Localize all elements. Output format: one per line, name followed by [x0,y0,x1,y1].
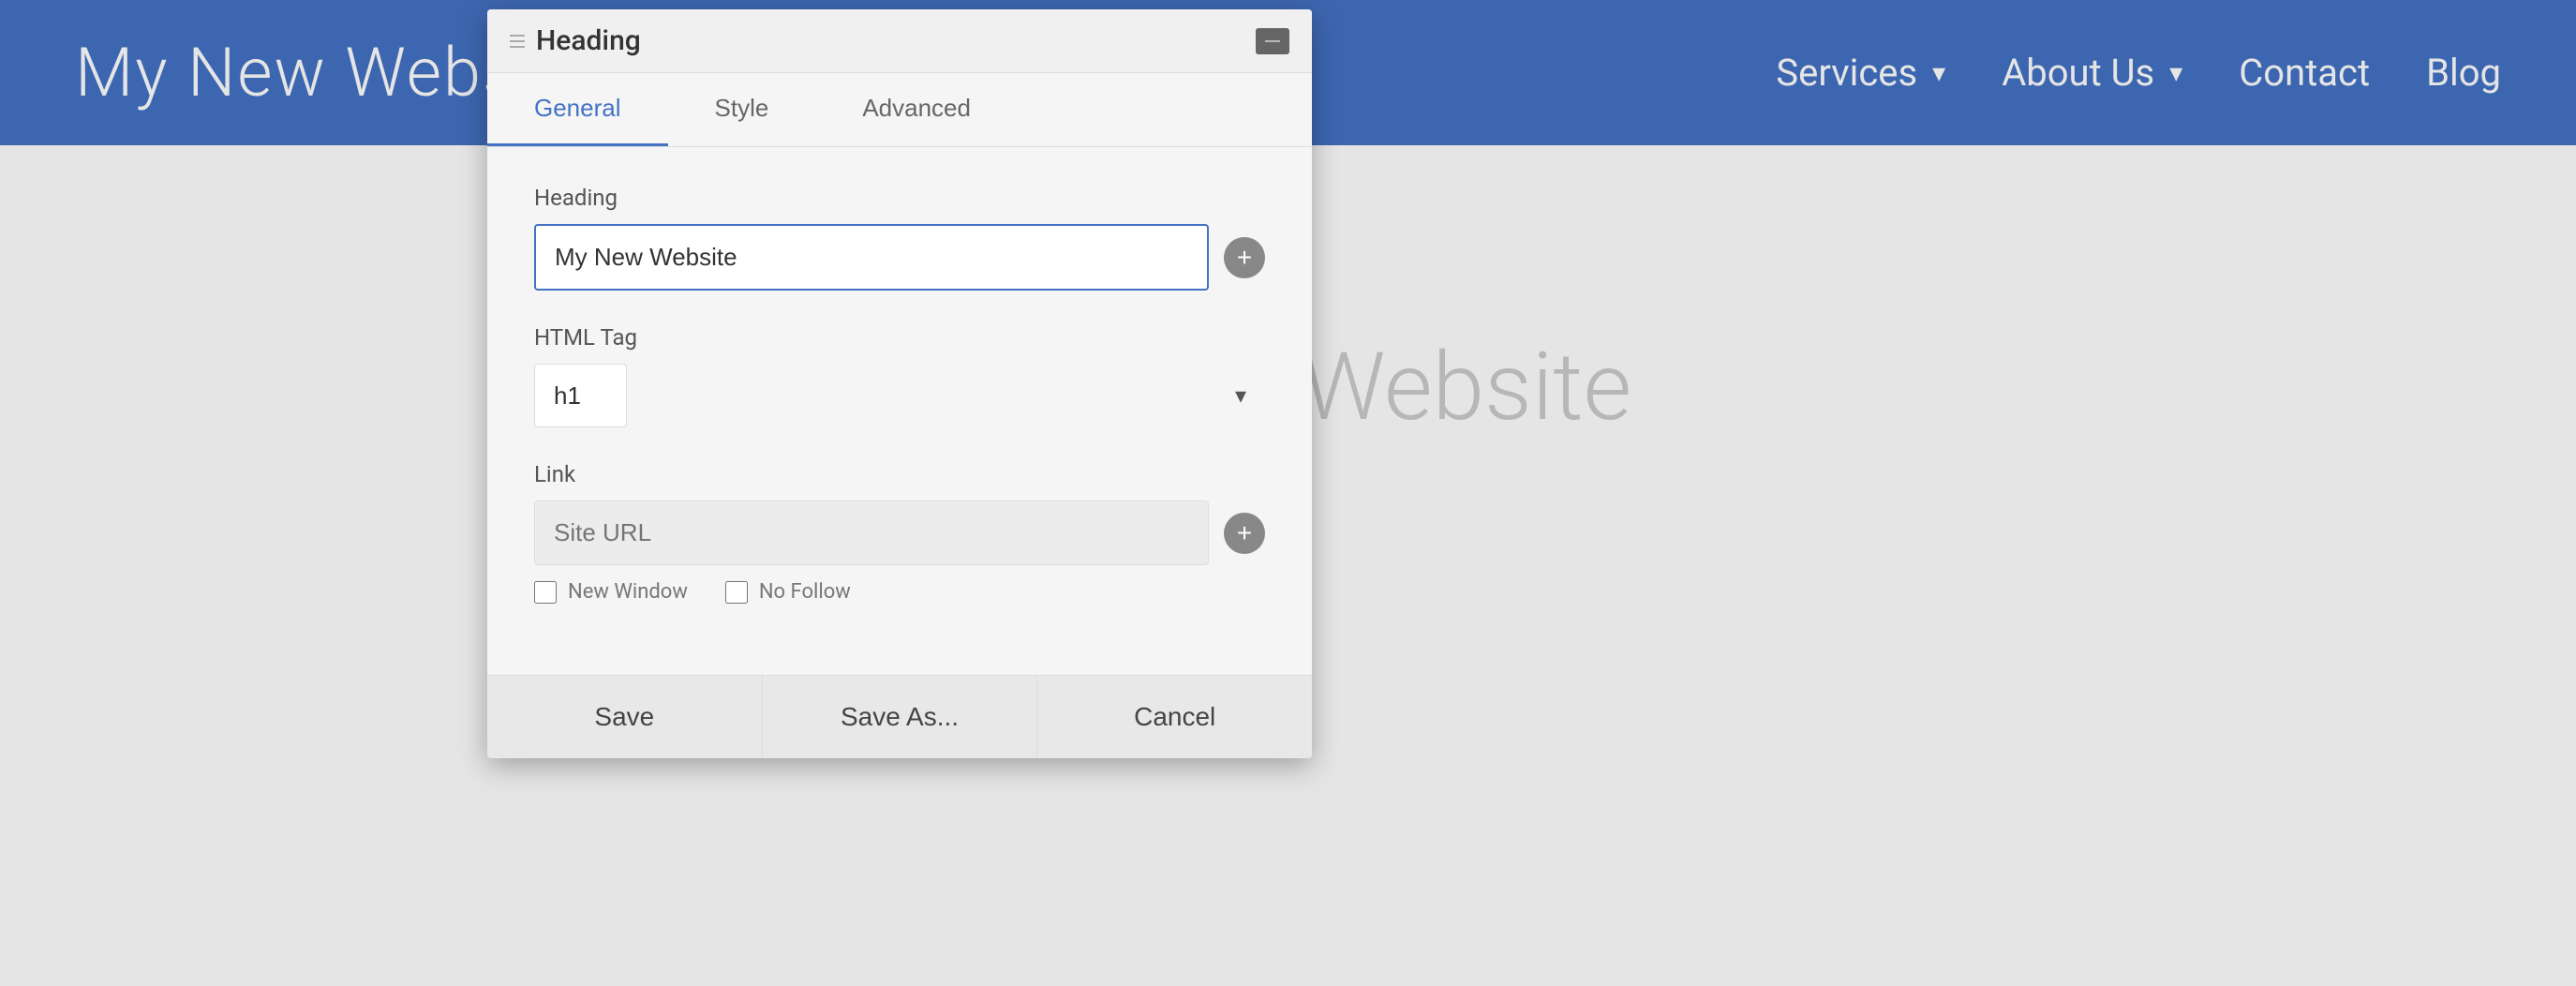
link-url-input[interactable] [534,500,1209,565]
dialog-title: Heading [536,24,641,57]
dialog-title-row: Heading [510,24,1256,57]
dialog-tabs: General Style Advanced [487,73,1312,147]
new-window-checkbox-label[interactable]: New Window [534,580,688,604]
heading-input-row: + [534,224,1265,291]
heading-add-button[interactable]: + [1224,237,1265,278]
no-follow-checkbox[interactable] [725,581,748,604]
no-follow-checkbox-label[interactable]: No Follow [725,580,851,604]
dialog-titlebar: Heading — [487,9,1312,73]
html-tag-select-wrapper: h1 h2 h3 h4 h5 h6 div span p [534,364,1265,427]
link-label: Link [534,461,1265,487]
heading-dialog: Heading — General Style Advanced Heading… [487,9,1312,758]
save-as-button[interactable]: Save As... [763,676,1038,758]
plus-icon: + [1237,243,1252,273]
link-add-button[interactable]: + [1224,513,1265,554]
html-tag-label: HTML Tag [534,324,1265,351]
new-window-label: New Window [568,580,688,604]
dialog-close-button[interactable]: — [1256,28,1289,54]
html-tag-field-group: HTML Tag h1 h2 h3 h4 h5 h6 div span p [534,324,1265,427]
html-tag-select[interactable]: h1 h2 h3 h4 h5 h6 div span p [534,364,627,427]
cancel-button[interactable]: Cancel [1037,676,1312,758]
heading-field-group: Heading + [534,185,1265,291]
tab-style[interactable]: Style [668,73,816,146]
new-window-checkbox[interactable] [534,581,557,604]
grip-line-3 [510,46,525,48]
link-field-group: Link + New Window No Follow [534,461,1265,604]
heading-field-label: Heading [534,185,1265,211]
plus-icon: + [1237,518,1252,548]
grip-line-1 [510,35,525,37]
no-follow-label: No Follow [759,580,851,604]
save-button[interactable]: Save [487,676,763,758]
link-input-row: + [534,500,1265,565]
grip-line-2 [510,40,525,42]
minimize-icon: — [1265,33,1280,50]
dialog-footer: Save Save As... Cancel [487,675,1312,758]
link-options-row: New Window No Follow [534,580,1265,604]
tab-advanced[interactable]: Advanced [815,73,1018,146]
html-tag-input-row: h1 h2 h3 h4 h5 h6 div span p [534,364,1265,427]
drag-handle[interactable] [510,35,525,48]
heading-input[interactable] [534,224,1209,291]
tab-general[interactable]: General [487,73,668,146]
dialog-body: Heading + HTML Tag h1 h2 h3 h4 h5 [487,147,1312,675]
